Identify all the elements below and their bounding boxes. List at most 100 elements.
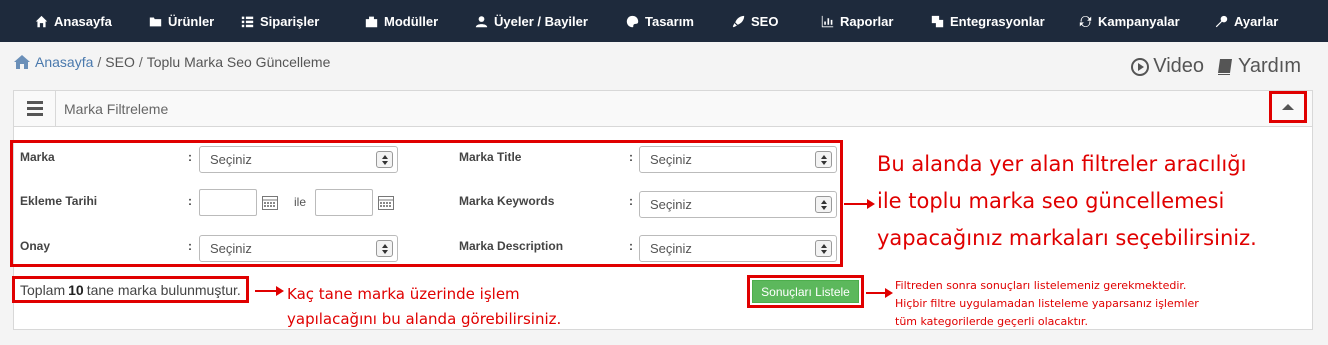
date-range-separator: ile <box>294 195 307 209</box>
top-navbar: Anasayfa Ürünler Siparişler Modüller Üye… <box>0 0 1328 42</box>
list-annotation: Filtreden sonra sonuçları listelemeniz g… <box>895 277 1199 331</box>
colon: : <box>629 150 633 164</box>
breadcrumb-home-link[interactable]: Anasayfa <box>35 54 93 70</box>
nav-item-label: Anasayfa <box>54 13 112 29</box>
wrench-icon <box>1214 14 1228 28</box>
book-icon <box>1218 58 1233 75</box>
marka-label: Marka <box>20 150 55 164</box>
nav-item-label: SEO <box>751 13 779 29</box>
onay-select[interactable]: Seçiniz <box>199 235 398 262</box>
home-icon[interactable] <box>14 55 30 69</box>
nav-item-seo[interactable]: SEO <box>731 0 778 42</box>
palette-icon <box>625 14 639 28</box>
nav-item-label: Modüller <box>384 13 439 29</box>
date-end-input[interactable] <box>315 189 373 216</box>
modules-icon <box>364 14 378 28</box>
annotation-arrow <box>255 286 284 296</box>
onay-label: Onay <box>20 239 51 253</box>
nav-item-raporlar[interactable]: Raporlar <box>820 0 893 42</box>
nav-item-siparisler[interactable]: Siparişler <box>240 0 319 42</box>
select-value: Seçiniz <box>650 241 692 256</box>
users-icon <box>474 14 488 28</box>
select-value: Seçiniz <box>650 152 692 167</box>
calendar-icon[interactable] <box>378 196 394 210</box>
nav-item-entegrasyonlar[interactable]: Entegrasyonlar <box>930 0 1045 42</box>
help-button[interactable]: Yardım <box>1216 55 1301 78</box>
collapse-panel-button[interactable] <box>1269 91 1307 123</box>
help-label: Yardım <box>1238 55 1301 77</box>
nav-item-label: Tasarım <box>645 13 694 29</box>
chart-icon <box>820 14 834 28</box>
marka-keywords-label: Marka Keywords <box>459 194 555 208</box>
annotation-line: Kaç tane marka üzerinde işlem <box>287 285 520 303</box>
annotation-line: Hiçbir filtre uygulamadan listeleme yapa… <box>895 297 1199 310</box>
home-icon <box>34 14 48 28</box>
integration-icon <box>930 14 944 28</box>
marka-keywords-select[interactable]: Seçiniz <box>639 191 837 218</box>
breadcrumb: Anasayfa / SEO / Toplu Marka Seo Güncell… <box>14 54 330 70</box>
marka-title-label: Marka Title <box>459 150 522 164</box>
annotation-line: Filtreden sonra sonuçları listelemeniz g… <box>895 279 1187 292</box>
list-button-highlight: Sonuçları Listele <box>747 275 864 308</box>
total-suffix: tane marka bulunmuştur. <box>86 281 241 298</box>
panel-title: Marka Filtreleme <box>64 100 169 117</box>
menu-icon <box>14 90 56 127</box>
video-button[interactable]: Video <box>1131 55 1204 78</box>
nav-item-label: Kampanyalar <box>1098 13 1180 29</box>
marka-title-select[interactable]: Seçiniz <box>639 146 837 173</box>
nav-item-label: Ürünler <box>168 13 215 29</box>
breadcrumb-separator: / <box>138 54 143 70</box>
list-icon <box>240 14 254 28</box>
annotation-line: yapılacağını bu alanda görebilirsiniz. <box>287 310 562 328</box>
breadcrumb-seo: SEO <box>105 54 135 70</box>
select-arrows-icon <box>815 196 832 213</box>
caret-up-icon <box>1282 104 1294 110</box>
nav-item-label: Ayarlar <box>1234 13 1279 29</box>
page-helpers: Video Yardım <box>1119 55 1301 78</box>
nav-item-moduller[interactable]: Modüller <box>364 0 438 42</box>
play-circle-icon <box>1131 57 1150 76</box>
video-label: Video <box>1153 55 1205 77</box>
nav-item-urunler[interactable]: Ürünler <box>148 0 214 42</box>
breadcrumb-current: Toplu Marka Seo Güncelleme <box>146 54 331 70</box>
nav-item-uyeler[interactable]: Üyeler / Bayiler <box>474 0 588 42</box>
breadcrumb-separator: / <box>97 54 102 70</box>
colon: : <box>188 150 192 164</box>
select-value: Seçiniz <box>210 152 252 167</box>
select-arrows-icon <box>376 151 393 168</box>
nav-item-kampanyalar[interactable]: Kampanyalar <box>1078 0 1180 42</box>
nav-item-label: Siparişler <box>260 13 320 29</box>
date-start-input[interactable] <box>199 189 257 216</box>
nav-item-tasarim[interactable]: Tasarım <box>625 0 694 42</box>
calendar-icon[interactable] <box>262 196 278 210</box>
annotation-line: Bu alanda yer alan filtreler aracılığı <box>877 152 1247 176</box>
nav-item-anasayfa[interactable]: Anasayfa <box>34 0 112 42</box>
nav-item-label: Entegrasyonlar <box>950 13 1045 29</box>
total-prefix: Toplam <box>20 281 66 298</box>
annotation-arrow <box>844 199 875 209</box>
count-annotation: Kaç tane marka üzerinde işlem yapılacağı… <box>287 282 561 332</box>
list-results-button[interactable]: Sonuçları Listele <box>752 280 859 303</box>
folder-icon <box>148 14 162 28</box>
nav-item-label: Raporlar <box>840 13 894 29</box>
marka-description-select[interactable]: Seçiniz <box>639 235 837 262</box>
marka-select[interactable]: Seçiniz <box>199 146 398 173</box>
total-count: Toplam 10 tane marka bulunmuştur. <box>12 276 249 303</box>
annotation-line: yapacağınız markaları seçebilirsiniz. <box>877 226 1257 250</box>
ekleme-tarihi-label: Ekleme Tarihi <box>20 194 98 208</box>
total-number: 10 <box>68 281 84 298</box>
select-value: Seçiniz <box>650 197 692 212</box>
colon: : <box>629 239 633 253</box>
select-value: Seçiniz <box>210 241 252 256</box>
select-arrows-icon <box>815 151 832 168</box>
nav-item-ayarlar[interactable]: Ayarlar <box>1214 0 1278 42</box>
rocket-icon <box>731 14 745 28</box>
campaign-icon <box>1078 14 1092 28</box>
annotation-line: ile toplu marka seo güncellemesi <box>877 189 1225 213</box>
annotation-line: tüm kategorilerde geçerli olacaktır. <box>895 315 1088 328</box>
select-arrows-icon <box>815 240 832 257</box>
colon: : <box>188 194 192 208</box>
annotation-arrow <box>866 288 893 298</box>
select-arrows-icon <box>376 240 393 257</box>
colon: : <box>629 194 633 208</box>
